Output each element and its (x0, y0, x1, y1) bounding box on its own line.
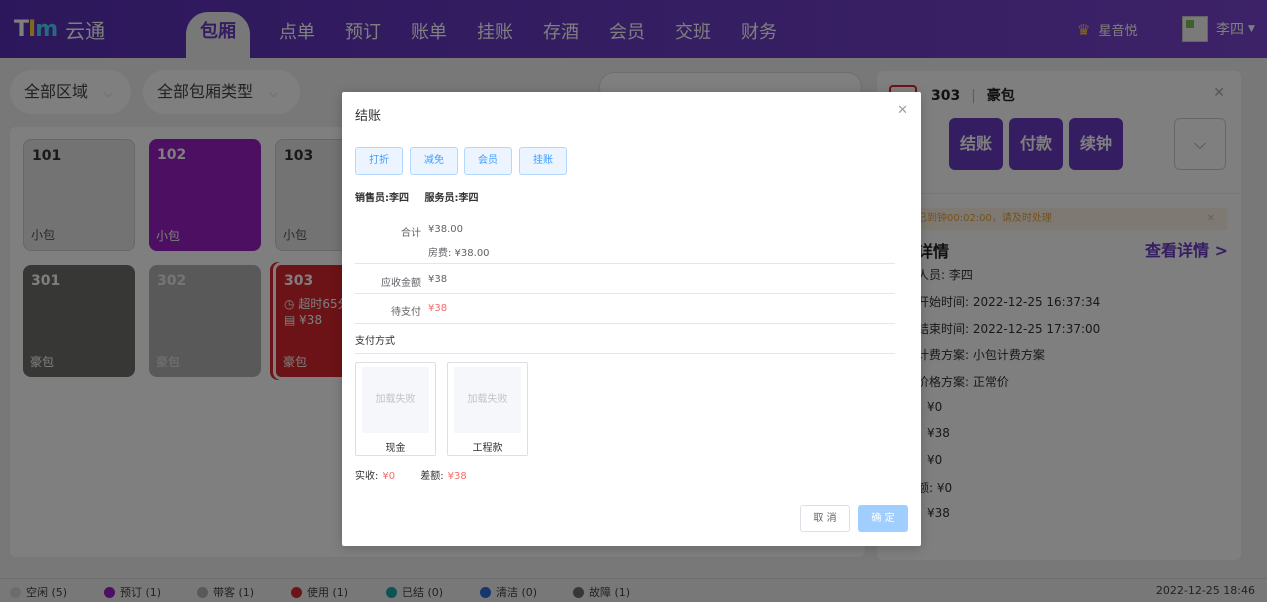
dialog-title: 结账 (355, 109, 382, 124)
cancel-button[interactable]: 取 消 (800, 505, 850, 532)
pay-method-image: 加载失败 (362, 367, 429, 433)
total-label: 合计 (401, 228, 421, 239)
pay-method-cash[interactable]: 加载失败 现金 (355, 362, 436, 456)
receivable-value: ¥38 (428, 274, 448, 285)
paid-value: ¥0 (382, 471, 396, 480)
total-value: ¥38.00 (428, 224, 463, 235)
pay-method-image: 加载失败 (454, 367, 521, 433)
diff-value: ¥38 (447, 471, 467, 480)
pending-value: ¥38 (428, 303, 448, 314)
pay-method-project[interactable]: 加载失败 工程款 (447, 362, 528, 456)
pending-label: 待支付 (391, 307, 421, 318)
paid-label: 实收: (355, 471, 379, 480)
seller-text: 销售员:李四 (355, 193, 409, 204)
confirm-button[interactable]: 确 定 (858, 505, 908, 532)
divider (355, 353, 895, 354)
staff-info: 销售员:李四 服务员:李四 (355, 189, 490, 204)
diff-label: 差额: (420, 471, 444, 480)
discount-button[interactable]: 打折 (355, 147, 403, 175)
checkout-dialog: 结账 ✕ 打折 减免 会员 挂账 销售员:李四 服务员:李四 合计 ¥38.00… (342, 92, 921, 546)
room-fee-value: 房费: ¥38.00 (428, 248, 490, 259)
close-icon[interactable]: ✕ (897, 103, 908, 118)
pay-method-name: 现金 (385, 443, 406, 454)
member-button[interactable]: 会员 (464, 147, 512, 175)
divider (355, 263, 895, 264)
pay-method-title: 支付方式 (355, 336, 395, 347)
credit-button[interactable]: 挂账 (519, 147, 567, 175)
waive-button[interactable]: 减免 (410, 147, 458, 175)
receivable-label: 应收金额 (381, 278, 421, 289)
server-text: 服务员:李四 (424, 193, 479, 204)
payment-summary: 实收: ¥0 差额: ¥38 (355, 470, 471, 480)
pay-method-name: 工程款 (472, 443, 503, 454)
divider (355, 323, 895, 324)
divider (355, 293, 895, 294)
